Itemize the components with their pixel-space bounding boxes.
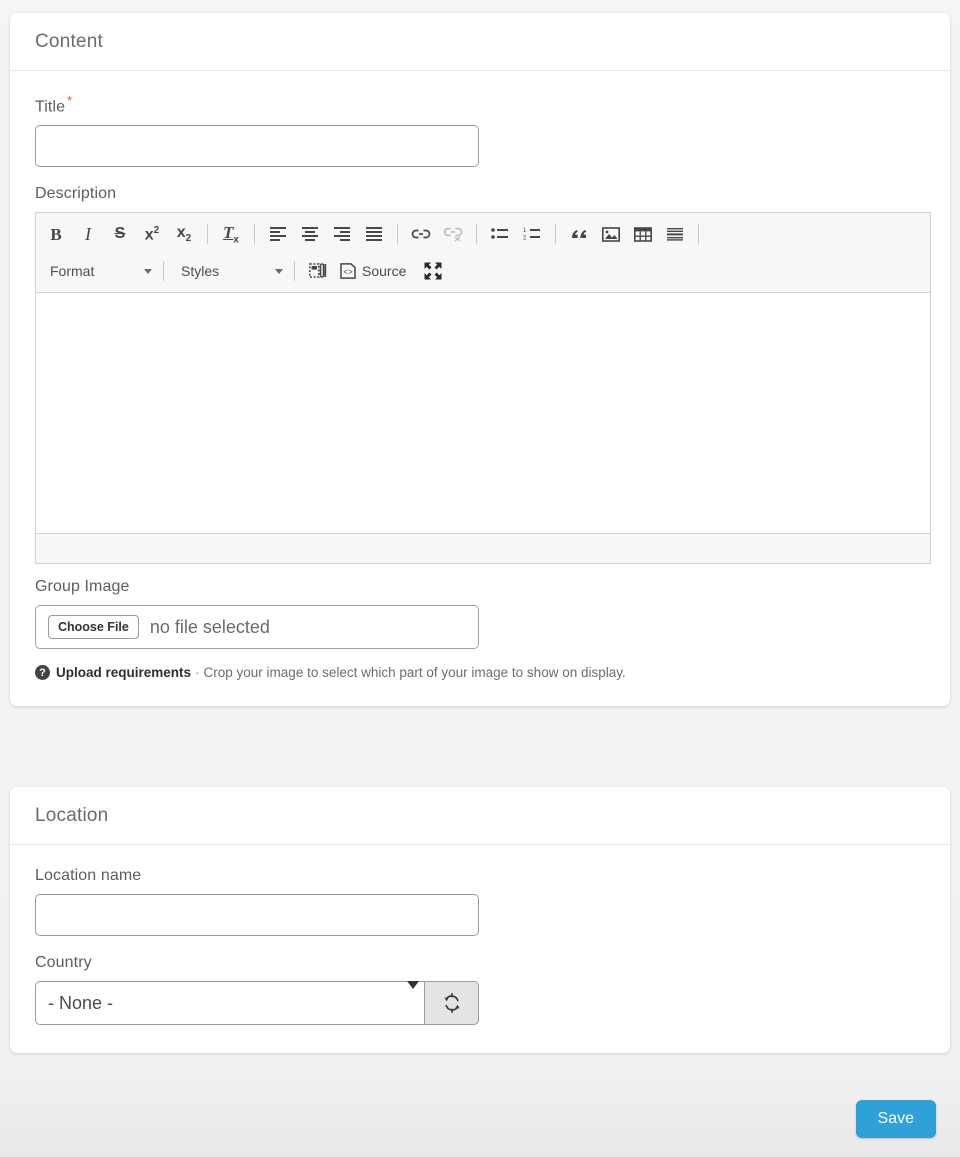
svg-text:2: 2: [523, 236, 527, 242]
styles-dropdown[interactable]: Styles: [171, 257, 287, 285]
location-section-title: Location: [35, 805, 109, 826]
upload-hint: ? Upload requirements · Crop your image …: [35, 665, 925, 681]
toolbar-divider: [254, 224, 255, 245]
unlink-icon: [438, 219, 468, 249]
page-root: Content Title * Description B I S x2 x2 …: [0, 0, 960, 1157]
hint-separator: ·: [195, 665, 200, 681]
toolbar-divider: [698, 224, 699, 245]
align-right-icon[interactable]: [327, 219, 357, 249]
link-icon[interactable]: [406, 219, 436, 249]
upload-hint-text: Crop your image to select which part of …: [203, 665, 626, 681]
file-selection-status: no file selected: [149, 616, 270, 637]
description-label: Description: [35, 185, 117, 203]
title-form-item: Title *: [35, 93, 925, 168]
subscript-index: 2: [185, 233, 192, 245]
help-icon[interactable]: ?: [35, 665, 50, 681]
editor-status-bar: [36, 533, 930, 564]
source-button[interactable]: <> Source: [334, 256, 412, 286]
country-form-item: Country - None -: [35, 954, 925, 1025]
align-center-icon[interactable]: [295, 219, 325, 249]
location-section-header: Location: [10, 787, 950, 845]
maximize-icon[interactable]: [418, 256, 448, 286]
toolbar-divider: [476, 224, 477, 245]
location-name-form-item: Location name: [35, 867, 925, 936]
editor-toolbar-row-2: Format Styles <> Source: [38, 252, 928, 290]
toolbar-divider: [163, 261, 164, 282]
source-button-label: Source: [362, 263, 407, 280]
numbered-list-icon[interactable]: 1 2: [517, 219, 547, 249]
format-dropdown-label: Format: [50, 263, 95, 280]
superscript-icon[interactable]: x2: [137, 219, 167, 249]
bulleted-list-icon[interactable]: [485, 219, 515, 249]
country-select-row: - None -: [35, 981, 479, 1025]
strikethrough-icon[interactable]: S: [105, 219, 135, 249]
title-label-text: Title: [35, 98, 66, 116]
description-form-item: Description B I S x2 x2 Tx 1 2 Format St…: [35, 185, 931, 565]
image-icon[interactable]: [596, 219, 626, 249]
refresh-icon: [443, 992, 460, 1014]
svg-text:<>: <>: [343, 269, 353, 278]
source-code-icon: <>: [340, 263, 356, 280]
styles-dropdown-label: Styles: [181, 263, 220, 280]
blockquote-icon[interactable]: [564, 219, 594, 249]
country-selected-value: - None -: [48, 992, 114, 1013]
align-justify-icon[interactable]: [359, 219, 389, 249]
templates-icon[interactable]: [303, 256, 333, 286]
subscript-icon[interactable]: x2: [169, 219, 199, 249]
toolbar-divider: [207, 224, 208, 245]
location-section-card: Location Location name Country - None -: [10, 787, 950, 1053]
italic-icon[interactable]: I: [73, 219, 103, 249]
choose-file-button[interactable]: Choose File: [48, 615, 139, 640]
chevron-down-icon: [144, 268, 152, 274]
location-section-body: Location name Country - None -: [10, 845, 950, 1053]
content-section-body: Title * Description B I S x2 x2 Tx 1 2 F…: [10, 71, 950, 706]
content-section-title: Content: [35, 31, 103, 52]
title-input[interactable]: [35, 125, 479, 168]
align-left-icon[interactable]: [263, 219, 293, 249]
location-name-input[interactable]: [35, 894, 479, 936]
svg-text:1: 1: [523, 228, 527, 234]
toolbar-divider: [397, 224, 398, 245]
location-name-label: Location name: [35, 867, 142, 884]
country-select[interactable]: - None -: [35, 981, 424, 1025]
required-asterisk: *: [67, 93, 73, 108]
group-image-label: Group Image: [35, 578, 130, 596]
content-section-card: Content Title * Description B I S x2 x2 …: [10, 13, 950, 707]
group-image-form-item: Group Image Choose File no file selected…: [35, 578, 925, 681]
title-label: Title *: [35, 93, 925, 116]
horizontal-rule-icon[interactable]: [660, 219, 690, 249]
editor-toolbar: B I S x2 x2 Tx 1 2 Format Styles <> Sour…: [36, 213, 930, 294]
bold-icon[interactable]: B: [41, 219, 71, 249]
content-section-header: Content: [10, 13, 950, 71]
table-icon[interactable]: [628, 219, 658, 249]
description-editable-area[interactable]: [36, 293, 930, 534]
toolbar-divider: [555, 224, 556, 245]
format-dropdown[interactable]: Format: [40, 257, 156, 285]
toolbar-divider: [294, 261, 295, 282]
rich-text-editor: B I S x2 x2 Tx 1 2 Format Styles <> Sour…: [35, 212, 931, 565]
chevron-down-icon: [407, 981, 419, 989]
country-label: Country: [35, 954, 92, 971]
upload-requirements-link[interactable]: Upload requirements: [56, 665, 191, 680]
file-upload-control[interactable]: Choose File no file selected: [35, 605, 479, 650]
remove-format-x: x: [233, 234, 239, 246]
remove-format-icon[interactable]: Tx: [216, 219, 246, 249]
editor-toolbar-row-1: B I S x2 x2 Tx 1 2: [38, 216, 928, 252]
form-actions: Save: [0, 1100, 960, 1138]
refresh-button[interactable]: [424, 981, 479, 1025]
save-button[interactable]: Save: [855, 1100, 936, 1138]
superscript-exponent: 2: [153, 224, 160, 236]
chevron-down-icon: [275, 268, 283, 274]
